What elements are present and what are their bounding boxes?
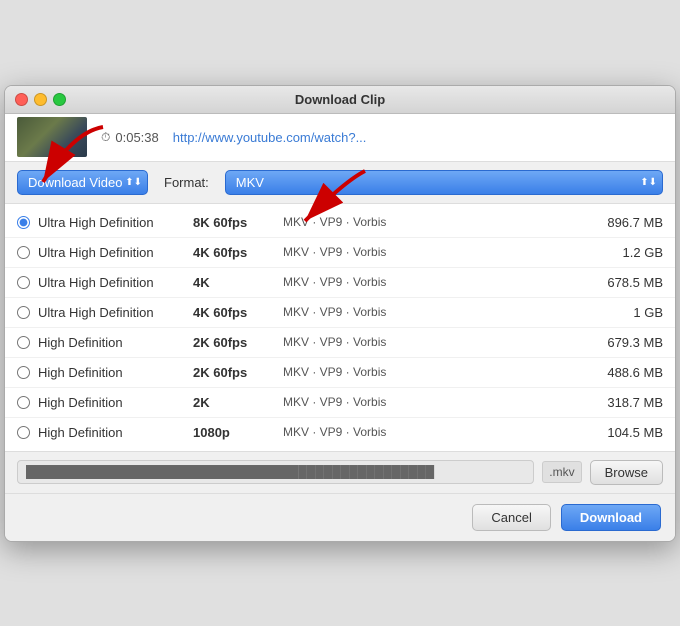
quality-resolution: 4K 60fps bbox=[193, 245, 283, 260]
quality-codec: MKV · VP9 · Vorbis bbox=[283, 245, 583, 259]
quality-category: Ultra High Definition bbox=[38, 215, 193, 230]
quality-codec: MKV · VP9 · Vorbis bbox=[283, 425, 583, 439]
quality-radio[interactable] bbox=[17, 276, 30, 289]
quality-radio[interactable] bbox=[17, 396, 30, 409]
quality-resolution: 4K 60fps bbox=[193, 305, 283, 320]
quality-resolution: 1080p bbox=[193, 425, 283, 440]
quality-codec: MKV · VP9 · Vorbis bbox=[283, 365, 583, 379]
file-extension-badge: .mkv bbox=[542, 461, 581, 483]
quality-resolution: 4K bbox=[193, 275, 283, 290]
quality-category: High Definition bbox=[38, 335, 193, 350]
window-controls bbox=[15, 93, 66, 106]
quality-radio[interactable] bbox=[17, 366, 30, 379]
quality-row: High Definition1080pMKV · VP9 · Vorbis10… bbox=[5, 418, 675, 447]
quality-radio[interactable] bbox=[17, 426, 30, 439]
quality-resolution: 2K 60fps bbox=[193, 335, 283, 350]
quality-size: 318.7 MB bbox=[583, 395, 663, 410]
quality-category: High Definition bbox=[38, 425, 193, 440]
quality-row: Ultra High Definition8K 60fpsMKV · VP9 ·… bbox=[5, 208, 675, 238]
quality-radio[interactable] bbox=[17, 216, 30, 229]
quality-resolution: 8K 60fps bbox=[193, 215, 283, 230]
quality-size: 1.2 GB bbox=[583, 245, 663, 260]
quality-size: 679.3 MB bbox=[583, 335, 663, 350]
quality-radio[interactable] bbox=[17, 306, 30, 319]
info-bar: ⏱ 0:05:38 http://www.youtube.com/watch?.… bbox=[5, 114, 675, 162]
video-url[interactable]: http://www.youtube.com/watch?... bbox=[173, 130, 367, 145]
clock-icon: ⏱ bbox=[101, 130, 110, 145]
download-type-select[interactable]: Download Video Download Audio bbox=[17, 170, 148, 195]
quality-category: High Definition bbox=[38, 395, 193, 410]
format-select[interactable]: MKV MP4 MOV AVI bbox=[225, 170, 663, 195]
quality-radio[interactable] bbox=[17, 336, 30, 349]
quality-codec: MKV · VP9 · Vorbis bbox=[283, 305, 583, 319]
format-label: Format: bbox=[164, 175, 209, 190]
quality-resolution: 2K 60fps bbox=[193, 365, 283, 380]
quality-size: 104.5 MB bbox=[583, 425, 663, 440]
toolbar: Download Video Download Audio ⬆⬇ Format:… bbox=[5, 162, 675, 204]
quality-size: 678.5 MB bbox=[583, 275, 663, 290]
file-path-bar: .mkv Browse bbox=[5, 452, 675, 494]
quality-row: Ultra High Definition4K 60fpsMKV · VP9 ·… bbox=[5, 298, 675, 328]
video-thumbnail bbox=[17, 117, 87, 157]
file-path-input[interactable] bbox=[17, 460, 534, 484]
quality-row: High Definition2K 60fpsMKV · VP9 · Vorbi… bbox=[5, 328, 675, 358]
quality-category: Ultra High Definition bbox=[38, 245, 193, 260]
download-type-wrapper: Download Video Download Audio ⬆⬇ bbox=[17, 170, 148, 195]
download-button[interactable]: Download bbox=[561, 504, 661, 531]
quality-row: Ultra High Definition4K 60fpsMKV · VP9 ·… bbox=[5, 238, 675, 268]
browse-button[interactable]: Browse bbox=[590, 460, 663, 485]
action-bar: Cancel Download bbox=[5, 494, 675, 541]
quality-category: Ultra High Definition bbox=[38, 305, 193, 320]
title-bar: Download Clip bbox=[5, 86, 675, 114]
window-title: Download Clip bbox=[295, 92, 385, 107]
quality-row: High Definition2KMKV · VP9 · Vorbis318.7… bbox=[5, 388, 675, 418]
format-select-wrapper: MKV MP4 MOV AVI ⬆⬇ bbox=[225, 170, 663, 195]
maximize-button[interactable] bbox=[53, 93, 66, 106]
quality-category: Ultra High Definition bbox=[38, 275, 193, 290]
quality-codec: MKV · VP9 · Vorbis bbox=[283, 335, 583, 349]
download-clip-window: Download Clip ⏱ 0:05:38 http://www.youtu… bbox=[4, 85, 676, 542]
close-button[interactable] bbox=[15, 93, 28, 106]
quality-size: 488.6 MB bbox=[583, 365, 663, 380]
quality-row: Ultra High Definition4KMKV · VP9 · Vorbi… bbox=[5, 268, 675, 298]
quality-category: High Definition bbox=[38, 365, 193, 380]
quality-size: 1 GB bbox=[583, 305, 663, 320]
video-duration: 0:05:38 bbox=[115, 130, 158, 145]
quality-size: 896.7 MB bbox=[583, 215, 663, 230]
duration-info: ⏱ 0:05:38 bbox=[101, 130, 159, 145]
quality-list: Ultra High Definition8K 60fpsMKV · VP9 ·… bbox=[5, 204, 675, 452]
quality-codec: MKV · VP9 · Vorbis bbox=[283, 215, 583, 229]
cancel-button[interactable]: Cancel bbox=[472, 504, 550, 531]
quality-row: High Definition2K 60fpsMKV · VP9 · Vorbi… bbox=[5, 358, 675, 388]
quality-codec: MKV · VP9 · Vorbis bbox=[283, 275, 583, 289]
quality-codec: MKV · VP9 · Vorbis bbox=[283, 395, 583, 409]
quality-resolution: 2K bbox=[193, 395, 283, 410]
minimize-button[interactable] bbox=[34, 93, 47, 106]
quality-radio[interactable] bbox=[17, 246, 30, 259]
